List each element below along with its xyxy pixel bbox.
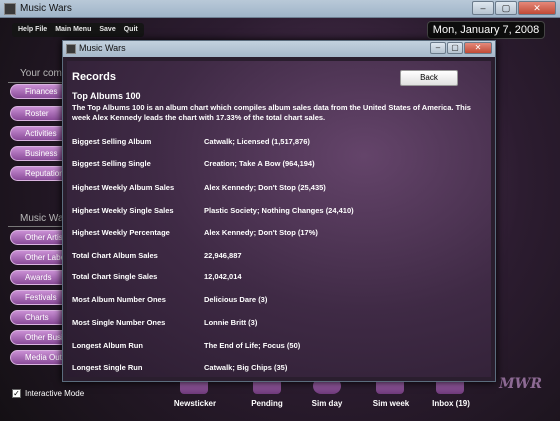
record-value: 12,042,014 <box>204 272 242 281</box>
menu-main-menu[interactable]: Main Menu <box>55 23 91 37</box>
menu-save[interactable]: Save <box>99 23 115 37</box>
sidebar-item-roster[interactable]: Roster <box>10 106 70 121</box>
sidebar-item-media-outlets[interactable]: Media Outlets <box>10 350 70 365</box>
app-icon <box>4 3 16 15</box>
current-date: Mon, January 7, 2008 <box>427 21 545 39</box>
window-titlebar[interactable]: Music Wars – ▢ ✕ <box>0 0 560 18</box>
record-row: Total Chart Album Sales 22,946,887 <box>72 251 482 263</box>
maximize-button[interactable]: ▢ <box>495 1 517 15</box>
sidebar-item-other-labels[interactable]: Other Labels <box>10 250 70 265</box>
sidebar-divider <box>8 226 66 227</box>
records-dialog: Music Wars – ▢ ✕ Records Back Top Albums… <box>62 40 496 382</box>
newsticker-button[interactable]: Newsticker <box>168 399 222 408</box>
sidebar-item-finances[interactable]: Finances <box>10 84 70 99</box>
record-label: Biggest Selling Single <box>72 159 151 168</box>
record-row: Biggest Selling Album Catwalk; Licensed … <box>72 137 482 149</box>
sidebar-item-festivals[interactable]: Festivals <box>10 290 70 305</box>
record-row: Highest Weekly Single Sales Plastic Soci… <box>72 206 482 218</box>
records-panel: Records Back Top Albums 100 The Top Albu… <box>67 61 491 377</box>
record-label: Total Chart Single Sales <box>72 272 158 281</box>
dialog-app-icon <box>66 44 76 54</box>
records-heading: Records <box>72 71 117 83</box>
interactive-mode-label: Interactive Mode <box>25 389 85 398</box>
sidebar-item-reputation[interactable]: Reputation <box>10 166 70 181</box>
pending-button[interactable]: Pending <box>242 399 292 408</box>
window-title: Music Wars <box>20 3 72 14</box>
minimize-button[interactable]: – <box>472 1 494 15</box>
sidebar-item-activities[interactable]: Activities <box>10 126 70 141</box>
record-value: The End of Life; Focus (50) <box>204 341 301 350</box>
sidebar-item-awards[interactable]: Awards <box>10 270 70 285</box>
record-value: Plastic Society; Nothing Changes (24,410… <box>204 206 354 215</box>
sim-week-button[interactable]: Sim week <box>364 399 418 408</box>
record-value: Delicious Dare (3) <box>204 295 268 304</box>
sidebar-item-other-business[interactable]: Other Business <box>10 330 70 345</box>
record-row: Total Chart Single Sales 12,042,014 <box>72 272 482 284</box>
dialog-minimize-button[interactable]: – <box>430 42 446 54</box>
record-value: Lonnie Britt (3) <box>204 318 258 327</box>
record-row: Highest Weekly Album Sales Alex Kennedy;… <box>72 183 482 195</box>
sidebar-divider <box>8 82 66 83</box>
menu-help-file[interactable]: Help File <box>18 23 47 37</box>
record-row: Longest Single Run Catwalk; Big Chips (3… <box>72 363 482 375</box>
record-row: Most Album Number Ones Delicious Dare (3… <box>72 295 482 307</box>
chart-subheading: Top Albums 100 <box>72 91 141 101</box>
sidebar-heading-company: Your comp <box>20 68 68 79</box>
back-button[interactable]: Back <box>400 70 458 86</box>
record-row: Highest Weekly Percentage Alex Kennedy; … <box>72 228 482 240</box>
dialog-close-button[interactable]: ✕ <box>464 42 492 54</box>
sidebar-item-business[interactable]: Business <box>10 146 70 161</box>
record-label: Total Chart Album Sales <box>72 251 158 260</box>
record-value: Creation; Take A Bow (964,194) <box>204 159 315 168</box>
dialog-maximize-button[interactable]: ▢ <box>447 42 463 54</box>
record-value: Alex Kennedy; Don't Stop (17%) <box>204 228 318 237</box>
main-menubar: Help File Main Menu Save Quit <box>12 23 144 37</box>
interactive-mode-toggle[interactable]: ✓ Interactive Mode <box>12 389 84 398</box>
dialog-titlebar[interactable]: Music Wars – ▢ ✕ <box>63 41 495 57</box>
record-label: Highest Weekly Album Sales <box>72 183 175 192</box>
record-row: Longest Album Run The End of Life; Focus… <box>72 341 482 353</box>
record-label: Most Album Number Ones <box>72 295 166 304</box>
mwr-logo: MWR <box>499 376 542 392</box>
menu-quit[interactable]: Quit <box>124 23 138 37</box>
interactive-mode-checkbox[interactable]: ✓ <box>12 389 21 398</box>
record-value: Catwalk; Big Chips (35) <box>204 363 288 372</box>
record-label: Longest Album Run <box>72 341 143 350</box>
chart-description: The Top Albums 100 is an album chart whi… <box>72 103 471 122</box>
record-row: Biggest Selling Single Creation; Take A … <box>72 159 482 171</box>
close-button[interactable]: ✕ <box>518 1 556 15</box>
record-label: Highest Weekly Percentage <box>72 228 170 237</box>
record-label: Highest Weekly Single Sales <box>72 206 174 215</box>
record-row: Most Single Number Ones Lonnie Britt (3) <box>72 318 482 330</box>
sidebar-item-charts[interactable]: Charts <box>10 310 70 325</box>
record-value: 22,946,887 <box>204 251 242 260</box>
dialog-title: Music Wars <box>79 43 126 53</box>
record-label: Longest Single Run <box>72 363 143 372</box>
record-label: Biggest Selling Album <box>72 137 152 146</box>
record-value: Catwalk; Licensed (1,517,876) <box>204 137 310 146</box>
record-value: Alex Kennedy; Don't Stop (25,435) <box>204 183 326 192</box>
sim-day-button[interactable]: Sim day <box>300 399 354 408</box>
record-label: Most Single Number Ones <box>72 318 166 327</box>
inbox-button[interactable]: Inbox (19) <box>424 399 478 408</box>
sidebar-item-other-artists[interactable]: Other Artists <box>10 230 70 245</box>
